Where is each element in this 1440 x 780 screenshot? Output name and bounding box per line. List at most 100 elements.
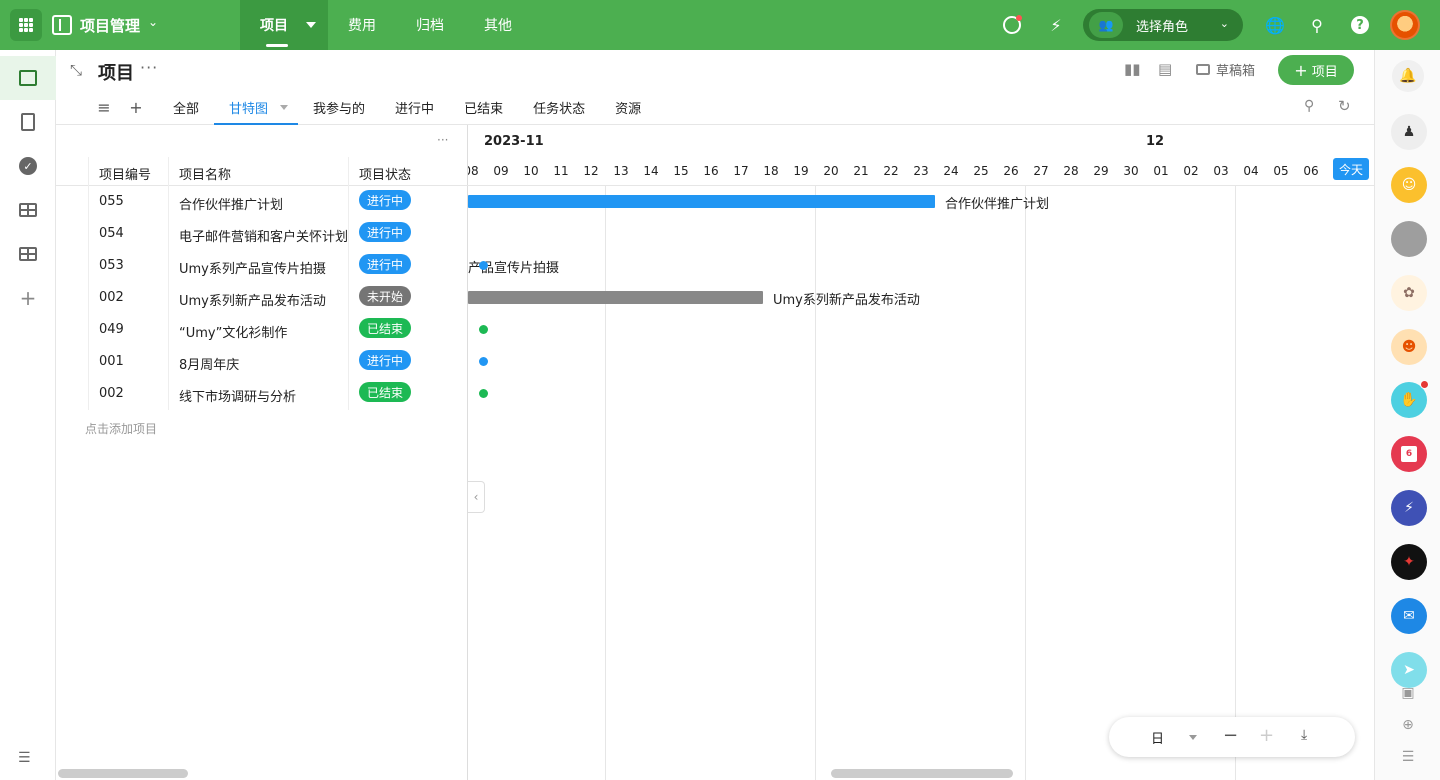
add-icon[interactable]: + <box>0 276 56 320</box>
sparkle-icon[interactable]: ⚡ <box>1044 13 1068 37</box>
add-project-link[interactable]: 点击添加项目 <box>85 420 157 437</box>
message-icon[interactable]: ✉ <box>1391 598 1427 634</box>
gantt-bar[interactable] <box>468 195 935 208</box>
search-icon[interactable]: ⚲ <box>1305 13 1329 37</box>
tab-task-status[interactable]: 任务状态 <box>518 90 600 125</box>
table-row[interactable]: 049 “Umy”文化衫制作 已结束 <box>56 314 468 346</box>
sidebar-item-table-1[interactable] <box>0 188 56 232</box>
table-row[interactable]: 001 8月周年庆 进行中 <box>56 346 468 378</box>
status-badge[interactable]: 已结束 <box>359 382 412 402</box>
nav-item-project[interactable]: 项目 <box>240 0 328 50</box>
status-badge[interactable]: 进行中 <box>359 222 412 242</box>
project-name[interactable]: Umy系列产品宣传片拍摄 <box>179 258 349 277</box>
tab-participated[interactable]: 我参与的 <box>298 90 380 125</box>
bolt-icon[interactable]: ⚡ <box>1391 490 1427 526</box>
bar-chart-icon[interactable]: ▮▮ <box>1124 60 1141 78</box>
bell-icon[interactable]: 🔔 <box>1392 60 1424 92</box>
drafts-button[interactable]: 草稿箱 <box>1196 60 1255 79</box>
collapse-table-handle[interactable]: ‹ <box>468 481 485 513</box>
tab-gantt[interactable]: 甘特图 <box>214 90 299 125</box>
search-icon[interactable]: ⚲ <box>1304 98 1314 114</box>
gantt-milestone[interactable] <box>479 357 488 366</box>
app-icon-9[interactable]: ✦ <box>1391 544 1427 580</box>
sidebar-item-table-2[interactable] <box>0 232 56 276</box>
apple-icon[interactable] <box>1391 221 1427 257</box>
column-header-id[interactable]: 项目编号 <box>99 164 151 183</box>
app-icon-4[interactable]: ✿ <box>1391 275 1427 311</box>
status-badge[interactable]: 进行中 <box>359 350 412 370</box>
table-row[interactable]: 054 电子邮件营销和客户关怀计划 进行中 <box>56 218 468 250</box>
tab-finished[interactable]: 已结束 <box>449 90 518 125</box>
more-icon[interactable]: ··· <box>437 133 448 147</box>
view-tabs: ≡ + 全部 甘特图 我参与的 进行中 已结束 任务状态 资源 <box>88 90 656 125</box>
tab-in-progress[interactable]: 进行中 <box>380 90 449 125</box>
tab-all[interactable]: 全部 <box>158 90 214 125</box>
month-label: 2023-11 <box>484 134 544 149</box>
add-project-button[interactable]: + 项目 <box>1278 55 1354 85</box>
project-name[interactable]: Umy系列新产品发布活动 <box>179 290 349 309</box>
status-badge[interactable]: 进行中 <box>359 254 412 274</box>
check-circle-icon[interactable] <box>1000 13 1024 37</box>
caret-down-icon[interactable] <box>1189 735 1197 740</box>
column-header-name[interactable]: 项目名称 <box>179 164 231 183</box>
caret-down-icon[interactable] <box>280 105 289 110</box>
user-avatar[interactable] <box>1390 10 1420 40</box>
gantt-bar[interactable] <box>468 291 763 304</box>
globe-icon[interactable]: 🌐 <box>1263 13 1287 37</box>
app-icon-6[interactable]: ✋ <box>1391 380 1429 418</box>
table-row[interactable]: 002 Umy系列新产品发布活动 未开始 <box>56 282 468 314</box>
chevron-down-icon[interactable]: ⌄ <box>148 15 158 29</box>
help-icon[interactable]: ? <box>1348 13 1372 37</box>
tab-label: 任务状态 <box>533 102 586 117</box>
collapse-panel-icon[interactable]: ☰ <box>1397 746 1419 768</box>
menu-icon[interactable]: ≡ <box>88 90 120 125</box>
sidebar-item-dashboard[interactable] <box>0 56 56 100</box>
status-badge[interactable]: 进行中 <box>359 190 412 210</box>
sidebar-item-approve[interactable]: ✓ <box>0 144 56 188</box>
gantt-milestone[interactable] <box>479 261 488 270</box>
week-line <box>815 186 816 780</box>
zoom-unit-select[interactable]: 日 <box>1151 728 1164 747</box>
zoom-out-button[interactable]: − <box>1223 725 1238 746</box>
gantt-milestone[interactable] <box>479 325 488 334</box>
project-name[interactable]: 合作伙伴推广计划 <box>179 194 349 213</box>
status-badge[interactable]: 已结束 <box>359 318 412 338</box>
refresh-icon[interactable]: ↻ <box>1338 97 1351 115</box>
collapse-icon[interactable]: ⤡ <box>70 61 82 79</box>
app-icon-5[interactable]: ☻ <box>1391 329 1427 365</box>
add-chat-icon[interactable]: ⊕ <box>1397 714 1419 736</box>
role-select[interactable]: 👥 选择角色 ⌄ <box>1083 9 1243 41</box>
status-badge[interactable]: 未开始 <box>359 286 412 306</box>
more-icon[interactable]: ··· <box>140 58 158 77</box>
project-name[interactable]: 电子邮件营销和客户关怀计划 <box>179 226 349 245</box>
table-row[interactable]: 002 线下市场调研与分析 已结束 <box>56 378 468 410</box>
gantt-milestone[interactable] <box>479 389 488 398</box>
contacts-icon[interactable]: ▣ <box>1397 682 1419 704</box>
zoom-in-button[interactable]: + <box>1259 725 1274 746</box>
table-row[interactable]: 055 合作伙伴推广计划 进行中 <box>56 186 468 218</box>
app-icon-1[interactable]: ♟ <box>1391 114 1427 150</box>
today-button[interactable]: 今天 <box>1333 158 1369 180</box>
project-name[interactable]: “Umy”文化衫制作 <box>179 322 349 341</box>
expand-menu-icon[interactable]: ☰ <box>18 750 31 766</box>
nav-item-other[interactable]: 其他 <box>464 0 532 50</box>
add-view-icon[interactable]: + <box>120 90 152 125</box>
project-name[interactable]: 8月周年庆 <box>179 354 349 373</box>
week-line <box>605 186 606 780</box>
app-title[interactable]: 项目管理 <box>80 15 140 36</box>
sidebar-item-docs[interactable] <box>0 100 56 144</box>
comment-icon[interactable]: ▤ <box>1158 60 1172 78</box>
calendar-icon[interactable]: 6 <box>1391 436 1427 472</box>
table-scrollbar[interactable] <box>58 769 188 778</box>
project-name[interactable]: 线下市场调研与分析 <box>179 386 349 405</box>
column-header-status[interactable]: 项目状态 <box>359 164 411 183</box>
table-row[interactable]: 053 Umy系列产品宣传片拍摄 进行中 <box>56 250 468 282</box>
gantt-scrollbar[interactable] <box>831 769 1013 778</box>
app-icon-2[interactable]: ☺ <box>1391 167 1427 203</box>
day-label: 20 <box>823 164 839 178</box>
nav-item-archive[interactable]: 归档 <box>396 0 464 50</box>
apps-grid-icon[interactable] <box>10 9 42 41</box>
download-icon[interactable]: ⤓ <box>1301 727 1307 743</box>
nav-item-expense[interactable]: 费用 <box>328 0 396 50</box>
tab-resources[interactable]: 资源 <box>600 90 656 125</box>
